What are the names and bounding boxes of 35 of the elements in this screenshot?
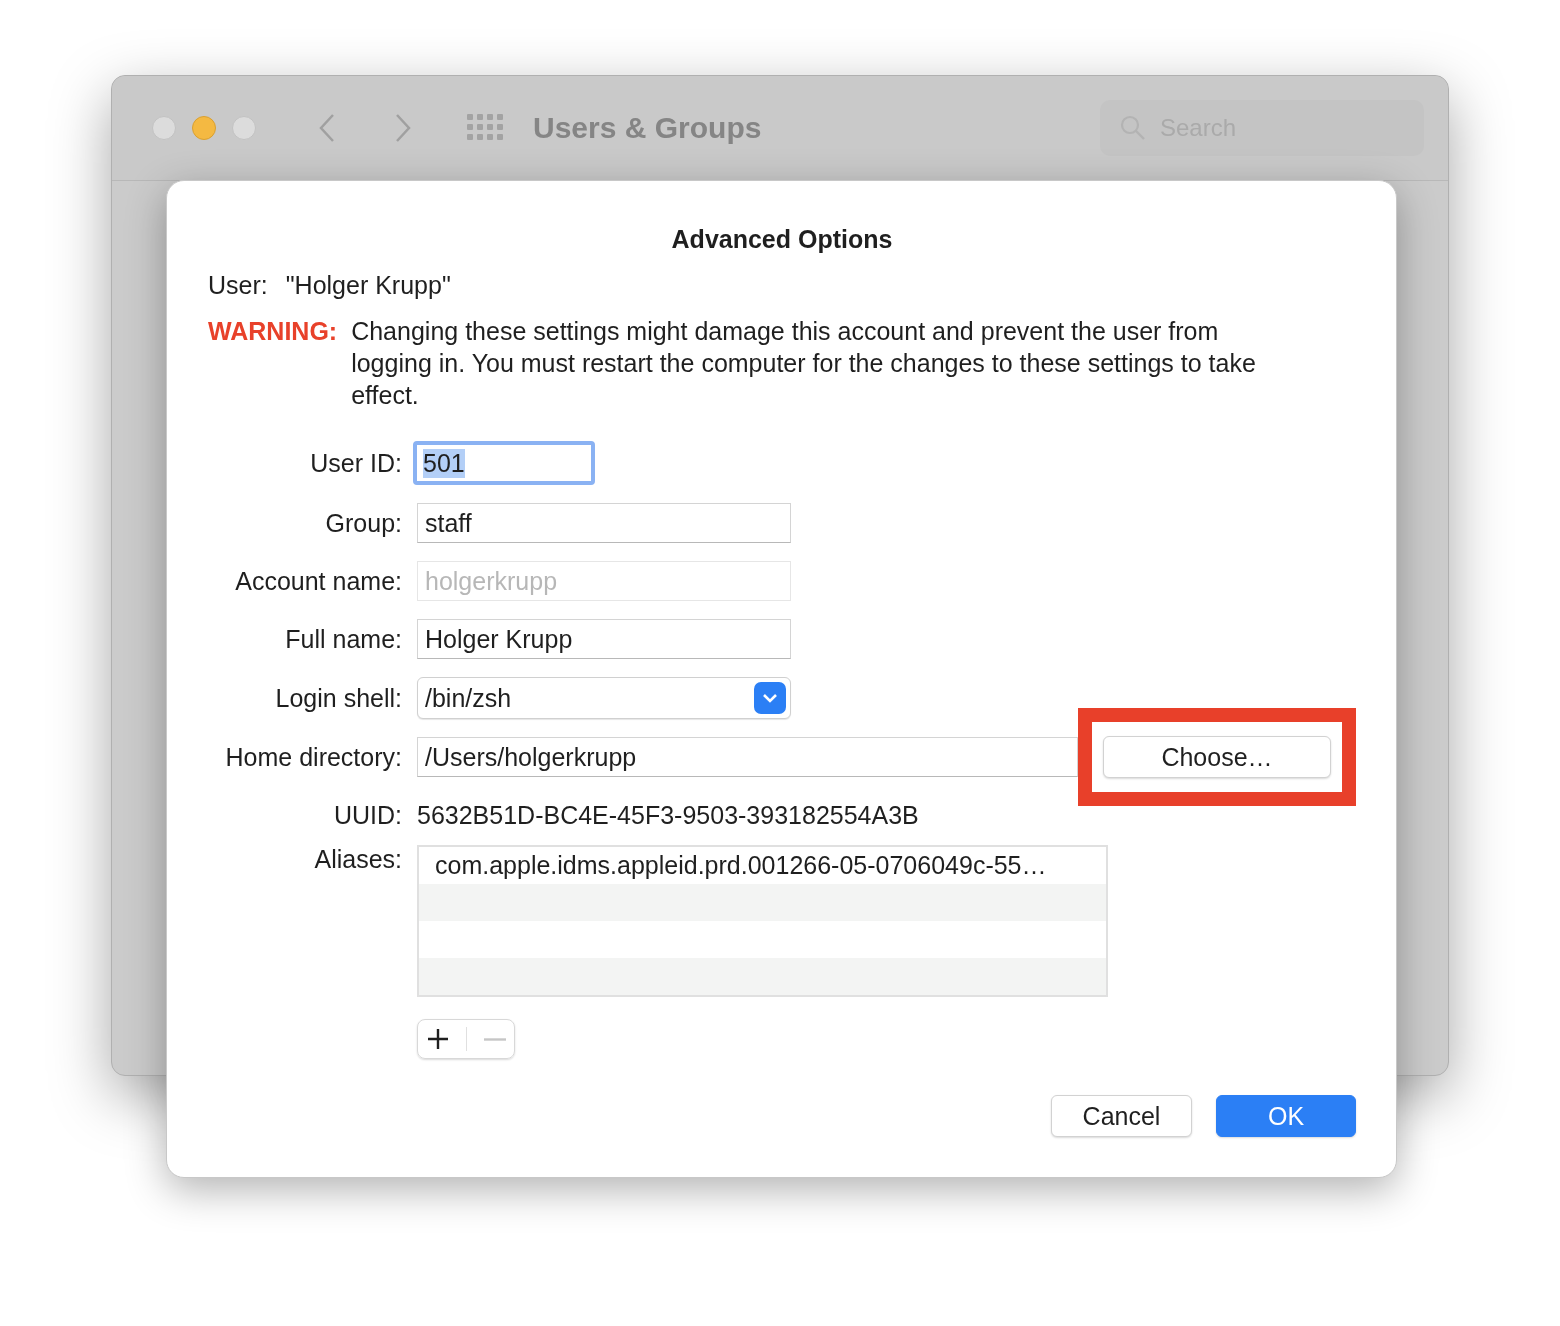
add-button[interactable] bbox=[426, 1026, 451, 1052]
list-row[interactable]: com.apple.idms.appleid.prd.001266-05-0706049c-55… bbox=[419, 847, 1106, 884]
field-label: Account name: bbox=[234, 566, 402, 596]
field-label: User ID: bbox=[309, 448, 402, 478]
close-button[interactable] bbox=[152, 116, 176, 140]
warning-label: WARNING: bbox=[208, 316, 338, 347]
grid-icon[interactable] bbox=[467, 114, 503, 142]
text-field[interactable]: /Users/holgerkrupp bbox=[417, 737, 1078, 777]
warning-text: Changing these settings might damage this account and prevent the user from logging in. You must restart the computer for the changes to these settings to take effect. bbox=[351, 316, 1257, 411]
minimize-button[interactable] bbox=[192, 116, 216, 140]
text-field[interactable]: 501 bbox=[413, 441, 595, 485]
dialog-title: Advanced Options bbox=[670, 224, 894, 255]
plus-icon bbox=[426, 1027, 451, 1051]
chevron-down-icon bbox=[754, 682, 786, 714]
field-label: Full name: bbox=[284, 624, 402, 654]
cancel-button[interactable]: Cancel bbox=[1051, 1095, 1192, 1137]
zoom-button[interactable] bbox=[232, 116, 256, 140]
minus-icon bbox=[483, 1037, 506, 1041]
uuid-value: 5632B51D-BC4E-45F3-9503-393182554A3B bbox=[417, 800, 919, 830]
user-label: User: bbox=[208, 270, 268, 301]
choose-button[interactable]: Choose… bbox=[1103, 736, 1331, 778]
text-field[interactable]: staff bbox=[417, 503, 791, 543]
field-label: Group: bbox=[324, 508, 402, 538]
window-title: Users & Groups bbox=[533, 111, 762, 145]
field-label: UUID: bbox=[332, 800, 402, 830]
field-label: Aliases: bbox=[313, 845, 402, 874]
back-icon[interactable] bbox=[318, 113, 336, 143]
text-field: holgerkrupp bbox=[417, 561, 791, 601]
ok-button[interactable]: OK bbox=[1216, 1095, 1356, 1137]
forward-icon[interactable] bbox=[394, 113, 412, 143]
field-label: Home directory: bbox=[224, 742, 402, 772]
shell-dropdown[interactable]: /bin/zsh bbox=[417, 677, 791, 719]
field-label: Login shell: bbox=[274, 683, 402, 713]
text-field[interactable]: Holger Krupp bbox=[417, 619, 791, 659]
user-name: "Holger Krupp" bbox=[285, 270, 451, 301]
